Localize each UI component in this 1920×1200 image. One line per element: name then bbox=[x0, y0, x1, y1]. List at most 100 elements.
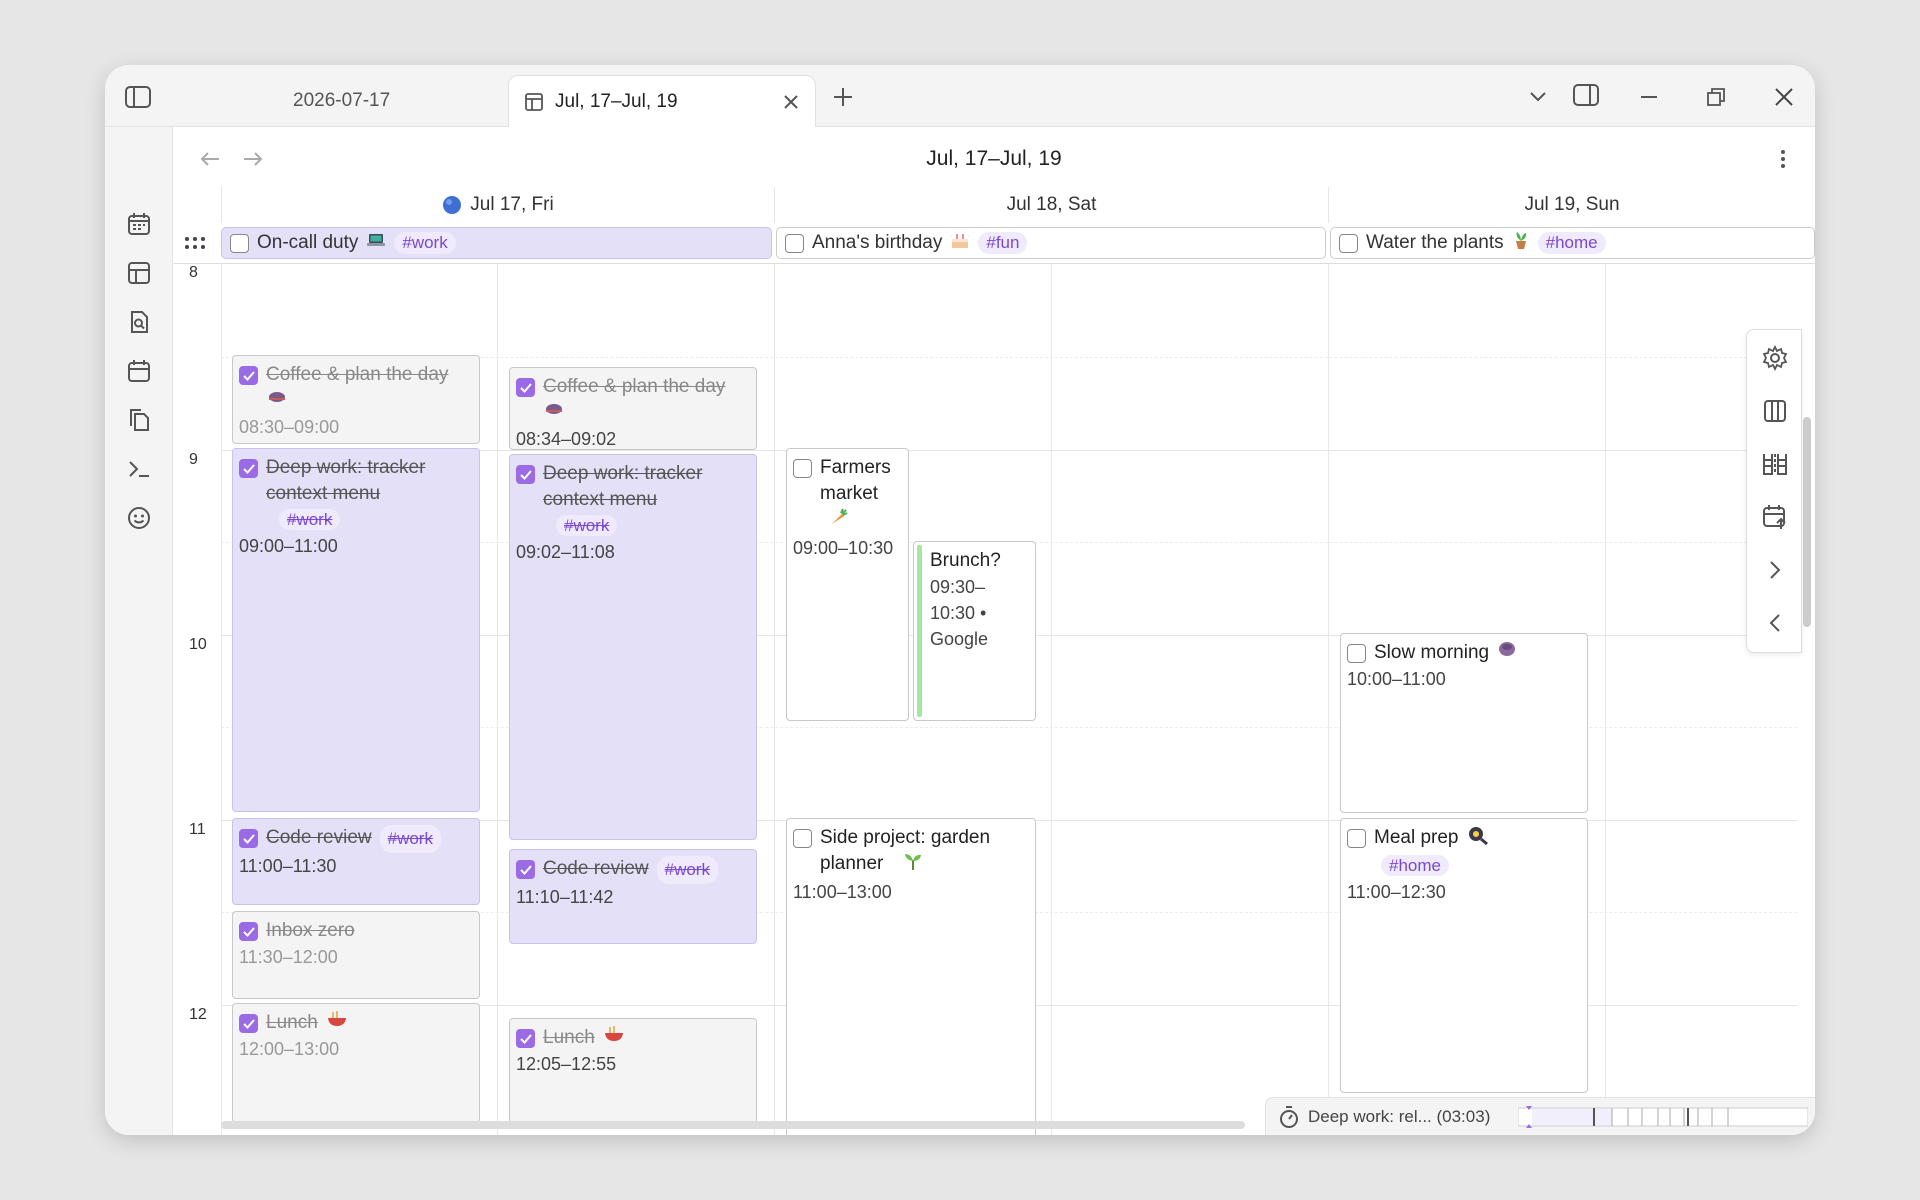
restore-icon[interactable] bbox=[1703, 84, 1729, 110]
close-window-icon[interactable] bbox=[1771, 84, 1797, 110]
tab-label: 2026-07-17 bbox=[293, 90, 391, 111]
all-day-row: On-call duty #work Anna's birthday #fun … bbox=[173, 223, 1815, 264]
minimize-icon[interactable] bbox=[1637, 85, 1661, 109]
event-card[interactable]: Coffee & plan the day 08:30–09:00 bbox=[232, 355, 480, 444]
event-time: 09:00–11:00 bbox=[239, 536, 338, 556]
task-checkbox[interactable] bbox=[1347, 829, 1366, 848]
task-checkbox[interactable] bbox=[1339, 233, 1358, 253]
task-checkbox[interactable] bbox=[1347, 644, 1366, 663]
task-checkbox[interactable] bbox=[793, 459, 812, 478]
task-checkbox[interactable] bbox=[239, 1014, 258, 1033]
task-checkbox[interactable] bbox=[793, 829, 812, 848]
horizontal-scrollbar[interactable] bbox=[221, 1121, 1245, 1129]
split-columns-icon[interactable] bbox=[1759, 448, 1791, 480]
more-options-icon[interactable] bbox=[1771, 147, 1795, 171]
potted-plant-icon bbox=[1512, 230, 1530, 256]
event-card[interactable]: Farmers market 09:00–10:30 bbox=[786, 448, 909, 721]
all-day-event[interactable]: Water the plants #home bbox=[1330, 227, 1815, 259]
all-day-event[interactable]: On-call duty #work bbox=[221, 227, 772, 259]
chevron-right-icon[interactable] bbox=[1759, 554, 1791, 586]
task-checkbox[interactable] bbox=[516, 860, 535, 879]
event-time: 11:00–13:00 bbox=[793, 882, 892, 902]
tab-list-chevron-icon[interactable] bbox=[1526, 85, 1550, 109]
day-header-fri[interactable]: Jul 17, Fri bbox=[221, 187, 774, 223]
calendar-tools-panel bbox=[1746, 329, 1802, 653]
tag-work[interactable]: #work bbox=[556, 515, 618, 536]
all-day-event[interactable]: Anna's birthday #fun bbox=[776, 227, 1326, 259]
event-time: 08:30–09:00 bbox=[239, 417, 340, 437]
event-card[interactable]: Code review #work 11:00–11:30 bbox=[232, 818, 480, 905]
event-time: 12:05–12:55 bbox=[516, 1054, 617, 1074]
tab-calendar-view[interactable]: Jul, 17–Jul, 19 bbox=[508, 75, 816, 127]
event-card[interactable]: Lunch 12:00–13:00 bbox=[232, 1003, 480, 1123]
calendar-grid: Jul 17, Fri Jul 18, Sat Jul 19, Sun On-c… bbox=[173, 187, 1815, 1135]
calendar-icon[interactable] bbox=[123, 208, 155, 240]
event-time: 11:30–12:00 bbox=[239, 947, 338, 967]
task-checkbox[interactable] bbox=[516, 378, 535, 397]
event-time: 09:02–11:08 bbox=[516, 542, 615, 562]
terminal-icon[interactable] bbox=[123, 453, 155, 485]
event-card[interactable]: Meal prep #home 11:00–12:30 bbox=[1340, 818, 1588, 1093]
event-card[interactable]: Brunch? 09:30–10:30 • Google bbox=[913, 541, 1036, 721]
task-checkbox[interactable] bbox=[785, 233, 804, 253]
search-file-icon[interactable] bbox=[123, 306, 155, 338]
right-sidebar-toggle-icon[interactable] bbox=[1571, 80, 1601, 110]
new-tab-icon[interactable] bbox=[831, 85, 855, 109]
task-checkbox[interactable] bbox=[239, 829, 258, 848]
event-card[interactable]: Slow morning 10:00–11:00 bbox=[1340, 633, 1588, 813]
event-card[interactable]: Inbox zero 11:30–12:00 bbox=[232, 911, 480, 999]
coffee-cup-icon bbox=[1497, 640, 1517, 666]
tag-work[interactable]: #work bbox=[379, 825, 441, 853]
tag-work[interactable]: #work bbox=[279, 509, 341, 530]
tag-work[interactable]: #work bbox=[394, 232, 456, 254]
drag-handle-icon[interactable] bbox=[183, 233, 207, 253]
event-time: 08:34–09:02 bbox=[516, 429, 617, 449]
day-header-sun[interactable]: Jul 19, Sun bbox=[1328, 187, 1815, 223]
columns-icon[interactable] bbox=[1759, 395, 1791, 427]
timer-status[interactable]: Deep work: rel... (03:03) bbox=[1308, 1107, 1490, 1127]
event-time: 12:00–13:00 bbox=[239, 1039, 340, 1059]
tag-home[interactable]: #home bbox=[1537, 232, 1606, 254]
noodle-bowl-icon bbox=[603, 1025, 625, 1051]
smiley-icon[interactable] bbox=[123, 502, 155, 534]
task-checkbox[interactable] bbox=[239, 459, 258, 478]
carrot-icon bbox=[793, 507, 902, 535]
frying-pan-icon bbox=[1467, 825, 1489, 853]
hour-label: 11 bbox=[189, 821, 206, 838]
hour-label: 12 bbox=[189, 1006, 207, 1023]
table-icon bbox=[523, 91, 545, 113]
gear-icon[interactable] bbox=[1759, 342, 1791, 374]
task-checkbox[interactable] bbox=[516, 465, 535, 484]
stopwatch-icon[interactable] bbox=[1278, 1105, 1300, 1128]
timeline-minimap[interactable] bbox=[1517, 1106, 1809, 1128]
task-checkbox[interactable] bbox=[516, 1029, 535, 1048]
tag-home[interactable]: #home bbox=[1381, 855, 1449, 876]
event-card[interactable]: Side project: garden planner 11:00–13:00 bbox=[786, 818, 1036, 1135]
task-checkbox[interactable] bbox=[239, 366, 258, 385]
calendar-blank-icon[interactable] bbox=[123, 355, 155, 387]
event-card[interactable]: Deep work: tracker context menu #work 09… bbox=[232, 448, 480, 812]
table-view-icon[interactable] bbox=[123, 257, 155, 289]
event-card[interactable]: Code review #work 11:10–11:42 bbox=[509, 849, 757, 944]
hour-label: 8 bbox=[189, 264, 198, 281]
tag-work[interactable]: #work bbox=[656, 856, 718, 884]
event-card[interactable]: Deep work: tracker context menu #work 09… bbox=[509, 454, 757, 840]
tag-fun[interactable]: #fun bbox=[978, 232, 1028, 254]
event-time: 11:00–12:30 bbox=[1347, 882, 1446, 902]
day-header-sat[interactable]: Jul 18, Sat bbox=[774, 187, 1328, 223]
tab-daily-note[interactable]: 2026-07-17 bbox=[185, 75, 405, 127]
today-dot-icon bbox=[442, 195, 462, 215]
sidebar-toggle-icon[interactable] bbox=[123, 82, 153, 112]
event-time: 11:00–11:30 bbox=[239, 856, 337, 876]
vertical-scrollbar[interactable] bbox=[1803, 417, 1811, 627]
close-tab-icon[interactable] bbox=[781, 92, 801, 112]
chevron-left-icon[interactable] bbox=[1759, 607, 1791, 639]
event-time: 10:00–11:00 bbox=[1347, 669, 1446, 689]
task-checkbox[interactable] bbox=[230, 233, 249, 253]
calendar-export-icon[interactable] bbox=[1759, 501, 1791, 533]
task-checkbox[interactable] bbox=[239, 922, 258, 941]
event-card[interactable]: Coffee & plan the day 08:34–09:02 bbox=[509, 367, 757, 450]
main-pane: Jul, 17–Jul, 19 Jul 17, Fri Jul 18, Sat … bbox=[173, 127, 1815, 1135]
copy-icon[interactable] bbox=[123, 404, 155, 436]
event-card[interactable]: Lunch 12:05–12:55 bbox=[509, 1018, 757, 1128]
